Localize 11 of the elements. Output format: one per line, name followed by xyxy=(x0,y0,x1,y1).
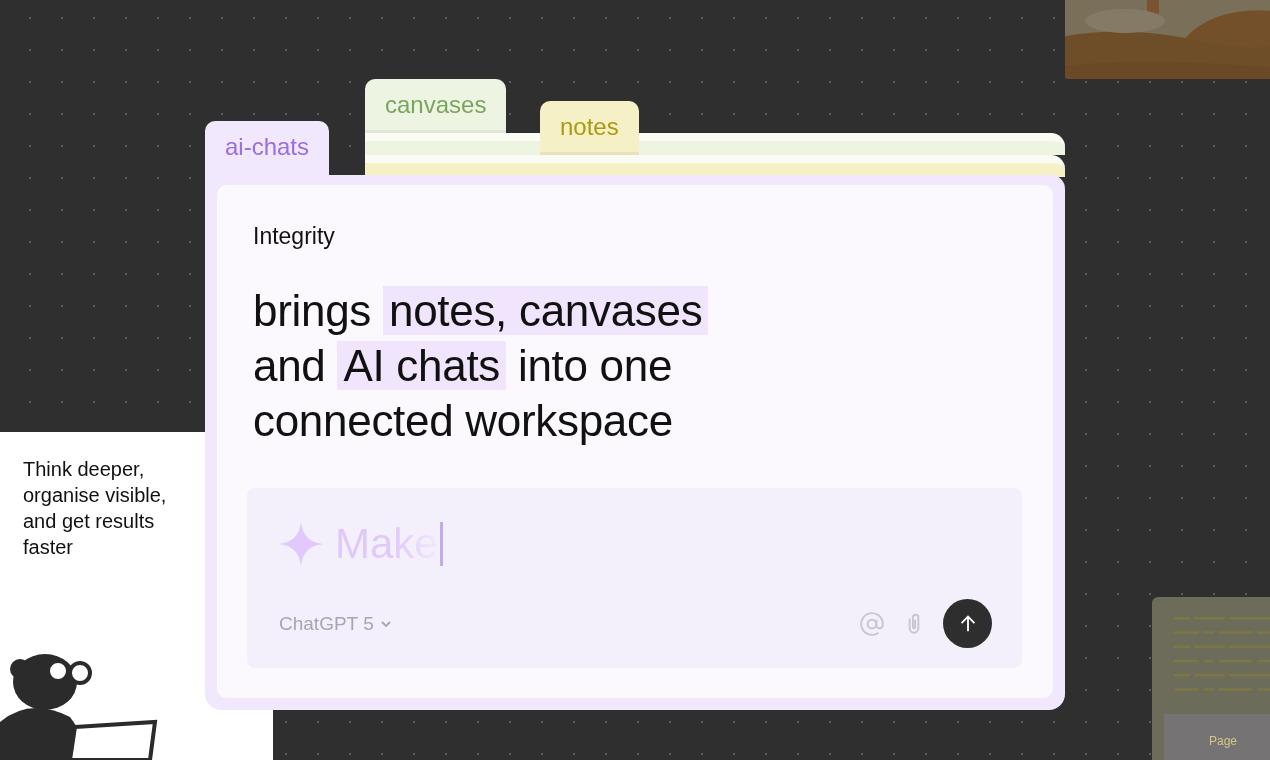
folder-tab[interactable]: canvases xyxy=(365,79,507,133)
sparkle-icon xyxy=(279,522,323,566)
headline: brings notes, canvases and AI chats into one connected workspace xyxy=(253,283,1022,448)
send-button[interactable] xyxy=(943,599,992,648)
card-title: Integrity xyxy=(253,223,336,250)
mention-icon[interactable] xyxy=(859,610,885,637)
page-label: Page xyxy=(1164,713,1270,760)
folder-tab[interactable]: ai-chats xyxy=(205,121,330,175)
model-selector[interactable]: ChatGPT 5 xyxy=(279,612,392,635)
folder-tab[interactable]: notes xyxy=(540,101,639,155)
tagline: Think deeper, organise visible, and get results faster xyxy=(23,457,168,560)
